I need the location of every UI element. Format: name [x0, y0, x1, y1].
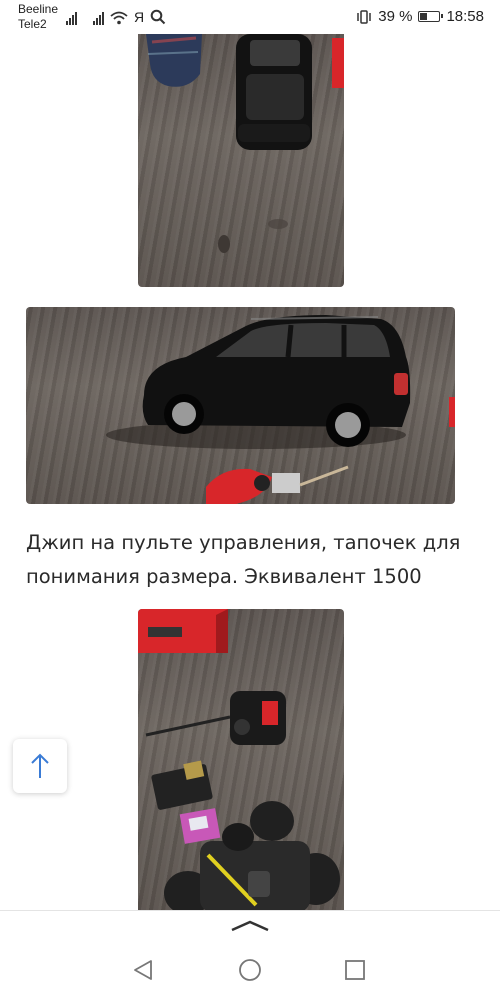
navigation-bar — [0, 940, 500, 1000]
battery-icon — [418, 11, 444, 22]
carrier-2: Tele2 — [18, 17, 47, 31]
wifi-icon — [110, 11, 128, 25]
battery-percent: 39 % — [378, 8, 413, 25]
square-recents-icon[interactable] — [344, 959, 366, 981]
clock: 18:58 — [446, 8, 484, 25]
carrier-1: Beeline — [18, 2, 59, 16]
search-icon — [150, 9, 166, 25]
carrier-names: Beeline Tele2 — [18, 2, 58, 32]
arrow-up-icon — [31, 753, 49, 778]
scroll-top-button[interactable] — [13, 739, 67, 793]
car-top-view-illustration — [146, 34, 344, 253]
post-caption: Джип на пульте управления, тапочек для п… — [26, 531, 461, 588]
car-side-view-illustration — [106, 315, 455, 504]
status-icons-right: 39 % 18:58 — [356, 8, 484, 25]
keyboard-indicator: Я — [134, 9, 145, 25]
signal-2-icon — [93, 11, 104, 25]
status-icons-left: Я — [66, 9, 166, 25]
circle-home-icon[interactable] — [238, 958, 262, 982]
vibrate-icon — [357, 9, 371, 24]
photo-car-side-view[interactable] — [26, 307, 455, 504]
signal-1-icon — [66, 11, 77, 25]
status-bar: Beeline Tele2 Я 39 % 18:58 — [0, 0, 500, 34]
remote-toy-illustration — [138, 609, 340, 912]
chevron-up-icon[interactable] — [230, 919, 270, 933]
bottom-sheet[interactable] — [0, 910, 500, 941]
photo-remote-and-toy-car[interactable] — [138, 609, 344, 912]
photo-car-top-view[interactable] — [138, 34, 344, 287]
triangle-back-icon[interactable] — [132, 959, 154, 981]
